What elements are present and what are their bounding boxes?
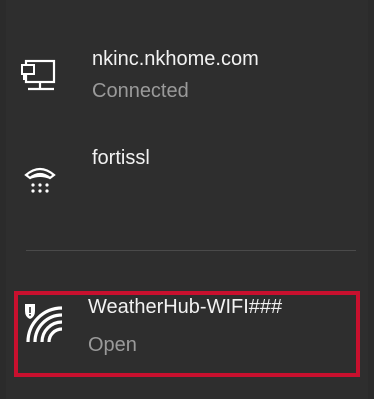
network-item-nkinc[interactable]: nkinc.nkhome.com Connected [6,30,368,120]
dial-up-icon [20,159,60,199]
section-divider [26,250,356,251]
network-item-fortissl[interactable]: fortissl [6,135,368,215]
network-name: fortissl [92,147,150,169]
network-status: Connected [92,80,189,102]
network-flyout-panel: nkinc.nkhome.com Connected fortissl Weat… [6,0,368,399]
ethernet-icon [20,56,60,96]
network-name: nkinc.nkhome.com [92,48,259,70]
highlight-box [14,291,360,377]
